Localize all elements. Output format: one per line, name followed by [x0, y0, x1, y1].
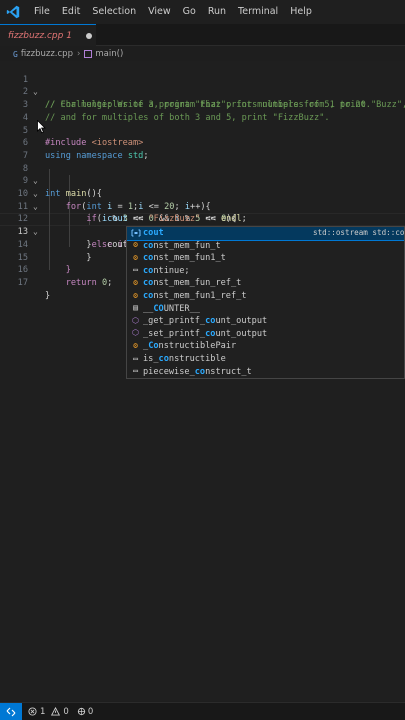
- code-line-6: 6 using namespace std;: [22, 138, 149, 161]
- class-icon: ⚙: [133, 290, 138, 300]
- breadcrumb-file[interactable]: fizzbuzz.cpp: [21, 49, 73, 59]
- ports-count: 0: [87, 706, 94, 717]
- error-count: 1: [40, 706, 46, 717]
- suggestion-item[interactable]: ▭ piecewise_construct_t: [127, 366, 404, 378]
- class-icon: ⚙: [133, 278, 138, 288]
- code-line-2: 2 // For multiples of 3, print "Fizz", f…: [22, 87, 405, 111]
- menu-help[interactable]: Help: [284, 0, 318, 24]
- code-line-12: 12 ⌄ }else if(i % 3 == 0){: [17, 214, 196, 250]
- code-line-8: 8 ⌄ int main(){: [22, 163, 102, 199]
- code-line-9: 9 ⌄ for(int i = 1;i <= 20; i++){: [22, 176, 211, 212]
- remote-indicator-button[interactable]: [0, 703, 22, 720]
- breadcrumb-symbol[interactable]: main(): [95, 49, 123, 59]
- cpp-file-icon: G: [13, 49, 18, 59]
- menu-edit[interactable]: Edit: [56, 0, 86, 24]
- code-line-7: 7: [22, 150, 28, 161]
- menu-selection[interactable]: Selection: [86, 0, 142, 24]
- suggestion-item[interactable]: ⚙ const_mem_fun_t: [127, 240, 404, 253]
- status-bar: 1 0 0: [0, 702, 405, 720]
- code-line-13: 13 cout: [17, 227, 129, 250]
- suggestion-item[interactable]: ⬡ _get_printf_count_output: [127, 315, 404, 328]
- suggestion-item[interactable]: ⬡ _set_printf_count_output: [127, 328, 404, 341]
- suggestion-item[interactable]: ⚙ const_mem_fun1_ref_t: [127, 290, 404, 303]
- mouse-pointer-icon: [37, 119, 46, 138]
- warning-icon: [51, 707, 61, 716]
- tab-label: fizzbuzz.cpp 1: [8, 30, 72, 41]
- variable-icon: [130, 228, 141, 238]
- suggestion-item[interactable]: ⚙ _ConstructiblePair: [127, 340, 404, 353]
- snippet-icon: ▭: [133, 353, 138, 363]
- class-icon: ⚙: [133, 252, 138, 262]
- suggestion-item[interactable]: ⚙ const_mem_fun_ref_t: [127, 277, 404, 290]
- tab-fizzbuzz[interactable]: fizzbuzz.cpp 1: [0, 24, 96, 46]
- menu-go[interactable]: Go: [177, 0, 202, 24]
- unsaved-dot-icon[interactable]: [85, 32, 92, 39]
- chevron-right-icon: ›: [76, 49, 81, 59]
- menu-file[interactable]: File: [28, 0, 56, 24]
- suggestion-item[interactable]: ▭ is_constructible: [127, 353, 404, 366]
- ports-indicator[interactable]: 0: [77, 707, 93, 717]
- ports-icon: [77, 707, 85, 716]
- code-line-1: 1 ⌄ // Challenge: Write a program that p…: [22, 74, 371, 111]
- menu-view[interactable]: View: [142, 0, 177, 24]
- title-bar: File Edit Selection View Go Run Terminal…: [0, 0, 405, 24]
- vscode-logo-icon[interactable]: [6, 5, 20, 19]
- code-line-10: 10 ⌄ if(i % 3 == 0 && i % 5 == 0){: [17, 189, 237, 225]
- warning-count: 0: [63, 706, 69, 717]
- function-icon: ⬡: [132, 315, 139, 325]
- error-icon: [28, 707, 37, 716]
- autocomplete-suggest-widget[interactable]: cout std::ostream std::cout ⚙ const_mem_…: [126, 226, 405, 379]
- method-cube-icon: [84, 50, 93, 58]
- code-editor[interactable]: 1 ⌄ // Challenge: Write a program that p…: [0, 61, 405, 701]
- snippet-icon: ▭: [133, 265, 138, 275]
- code-line-11: 11 cout << "FizzBuzz" << endl;: [17, 201, 247, 225]
- tab-bar: fizzbuzz.cpp 1: [0, 24, 405, 46]
- class-icon: ⚙: [133, 240, 138, 250]
- breadcrumb: G fizzbuzz.cpp › main(): [0, 47, 405, 61]
- code-line-5: 5 #include <iostream>: [22, 125, 144, 149]
- class-icon: ⚙: [133, 341, 138, 351]
- code-line-4: 4: [22, 112, 28, 123]
- menu-run[interactable]: Run: [202, 0, 232, 24]
- menu-terminal[interactable]: Terminal: [232, 0, 284, 24]
- code-line-3: 3 // and for multiples of both 3 and 5, …: [22, 100, 330, 123]
- problems-indicator[interactable]: 1 0: [28, 707, 69, 717]
- function-icon: ⬡: [132, 328, 139, 338]
- suggestion-item[interactable]: ▤ __COUNTER__: [127, 303, 404, 316]
- snippet-icon: ▭: [133, 366, 138, 376]
- suggestion-item[interactable]: cout std::ostream std::cout: [127, 227, 404, 241]
- constant-icon: ▤: [133, 303, 138, 313]
- remote-icon: [6, 707, 16, 716]
- suggestion-item[interactable]: ▭ continue;: [127, 265, 404, 278]
- suggestion-item[interactable]: ⚙ const_mem_fun1_t: [127, 252, 404, 265]
